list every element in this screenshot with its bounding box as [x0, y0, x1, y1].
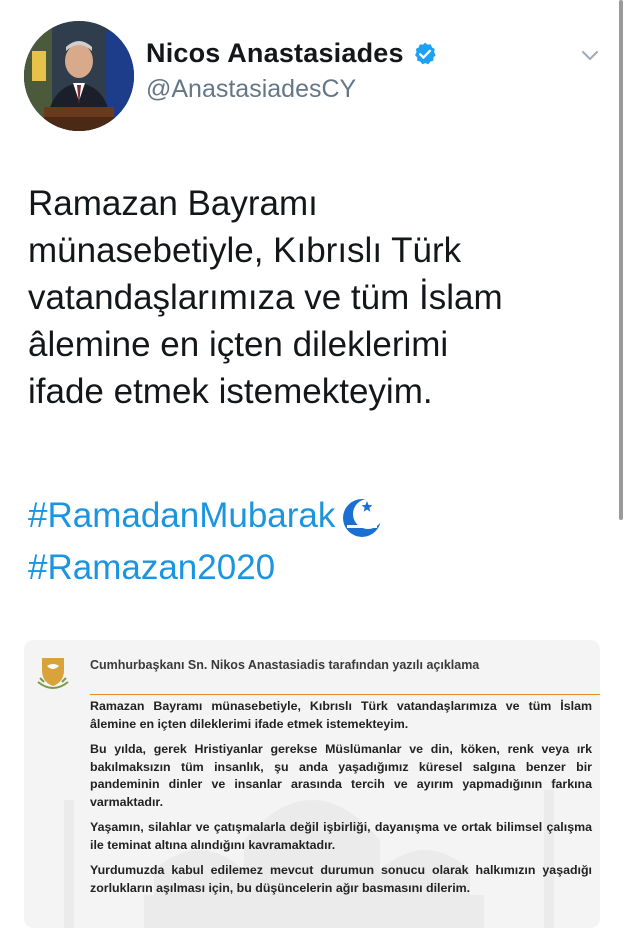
hashtag-ramazan2020[interactable]: #Ramazan2020: [28, 542, 275, 594]
card-paragraph: Yaşamın, silahlar ve çatışmalarla değil …: [90, 820, 592, 852]
tweet-line: Ramazan Bayramı: [28, 184, 318, 223]
card-title: Cumhurbaşkanı Sn. Nikos Anastasiadis tar…: [90, 658, 480, 672]
scrollbar[interactable]: [619, 0, 623, 520]
display-name[interactable]: Nicos Anastasiades: [146, 38, 438, 69]
coat-of-arms-icon: [37, 658, 69, 689]
card-divider: [90, 694, 600, 695]
hashtag-row: #Ramazan2020: [28, 542, 385, 594]
crescent-moon-icon: [343, 499, 384, 537]
card-paragraph: Ramazan Bayramı münasebetiyle, Kıbrıslı …: [90, 699, 592, 731]
card-header: Cumhurbaşkanı Sn. Nikos Anastasiadis tar…: [34, 650, 600, 695]
attached-image-card[interactable]: Cumhurbaşkanı Sn. Nikos Anastasiadis tar…: [24, 640, 600, 928]
user-handle[interactable]: @AnastasiadesCY: [146, 75, 438, 104]
hashtags: #RamadanMubarak #Ramazan2020: [28, 490, 385, 594]
tweet-header: Nicos Anastasiades @AnastasiadesCY: [20, 18, 605, 138]
display-name-text: Nicos Anastasiades: [146, 38, 404, 68]
tweet-line: âlemine en içten dileklerimi: [28, 325, 449, 364]
verified-badge-icon: [414, 42, 436, 64]
avatar[interactable]: [24, 21, 134, 131]
user-names: Nicos Anastasiades @AnastasiadesCY: [146, 38, 438, 104]
profile-photo: [24, 21, 134, 131]
hashtag-row: #RamadanMubarak: [28, 490, 385, 542]
hashtag-ramadanmubarak[interactable]: #RamadanMubarak: [28, 490, 335, 542]
card-paragraph: Bu yılda, gerek Hristiyanlar gerekse Müs…: [90, 742, 592, 809]
chevron-down-icon[interactable]: [579, 44, 601, 66]
card-paragraph: Yurdumuzda kabul edilemez mevcut durumun…: [90, 863, 592, 895]
tweet-line: vatandaşlarımıza ve tüm İslam: [28, 278, 503, 317]
card-body: Ramazan Bayramı münasebetiyle, Kıbrıslı …: [90, 698, 592, 905]
tweet-line: ifade etmek istemekteyim.: [28, 372, 433, 411]
tweet-line: münasebetiyle, Kıbrıslı Türk: [28, 231, 462, 270]
tweet-text: Ramazan Bayramı münasebetiyle, Kıbrıslı …: [28, 180, 588, 415]
